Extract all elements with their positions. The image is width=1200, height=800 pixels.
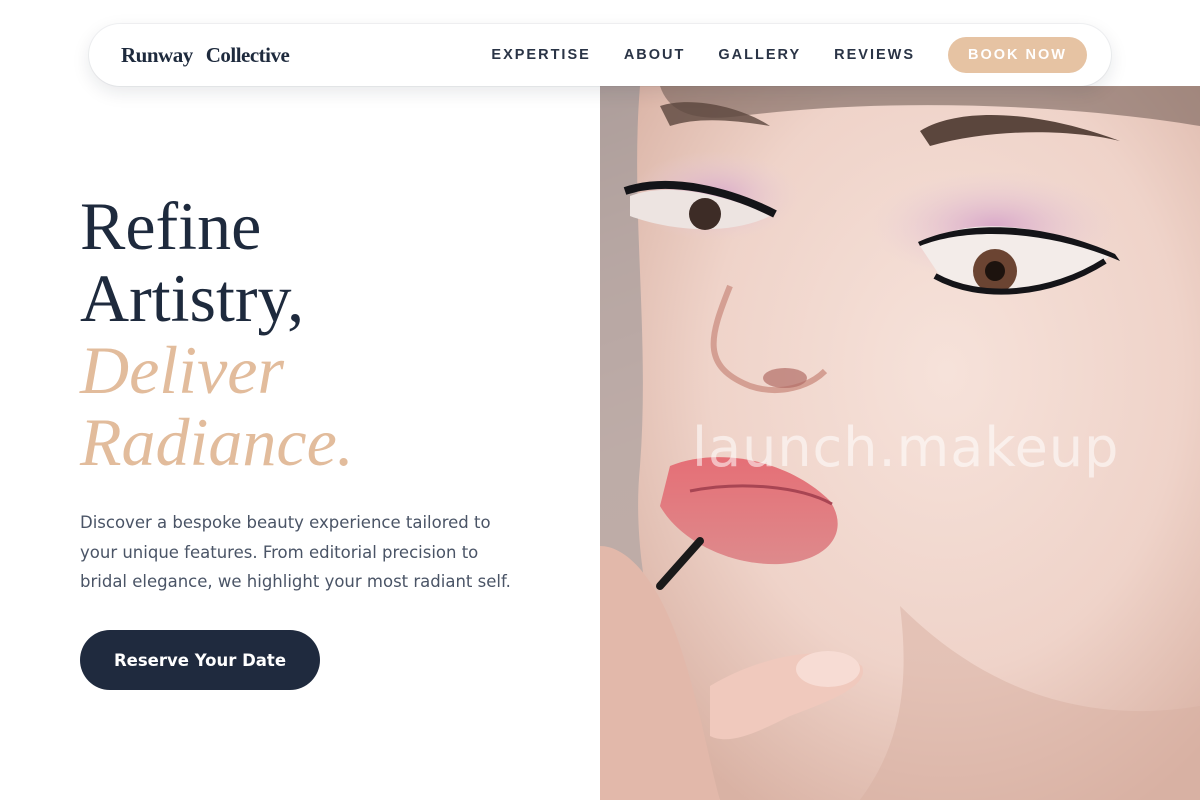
brand-word-1: Runway (121, 42, 193, 67)
watermark: launch.makeup (692, 416, 1120, 479)
hero-section: Refine Artistry, Deliver Radiance. Disco… (80, 190, 560, 597)
nav-link-expertise[interactable]: EXPERTISE (491, 47, 590, 63)
nav-links: EXPERTISE ABOUT GALLERY REVIEWS BOOK NOW (491, 37, 1087, 73)
hero-image: launch.makeup (600, 86, 1200, 800)
headline-line-3: Deliver (80, 332, 284, 408)
nav-link-about[interactable]: ABOUT (624, 47, 686, 63)
book-now-button[interactable]: BOOK NOW (948, 37, 1087, 73)
navbar: Runway Collective EXPERTISE ABOUT GALLER… (89, 24, 1111, 86)
nav-link-gallery[interactable]: GALLERY (718, 47, 801, 63)
reserve-date-button[interactable]: Reserve Your Date (80, 630, 320, 690)
headline-line-4: Radiance. (80, 404, 354, 480)
brand-logo[interactable]: Runway Collective (121, 42, 290, 68)
brand-word-2: Collective (205, 42, 290, 67)
headline-line-2: Artistry, (80, 260, 305, 336)
headline-line-1: Refine (80, 188, 262, 264)
nav-link-reviews[interactable]: REVIEWS (834, 47, 915, 63)
hero-headline: Refine Artistry, Deliver Radiance. (80, 190, 560, 478)
hero-description: Discover a bespoke beauty experience tai… (80, 513, 511, 591)
